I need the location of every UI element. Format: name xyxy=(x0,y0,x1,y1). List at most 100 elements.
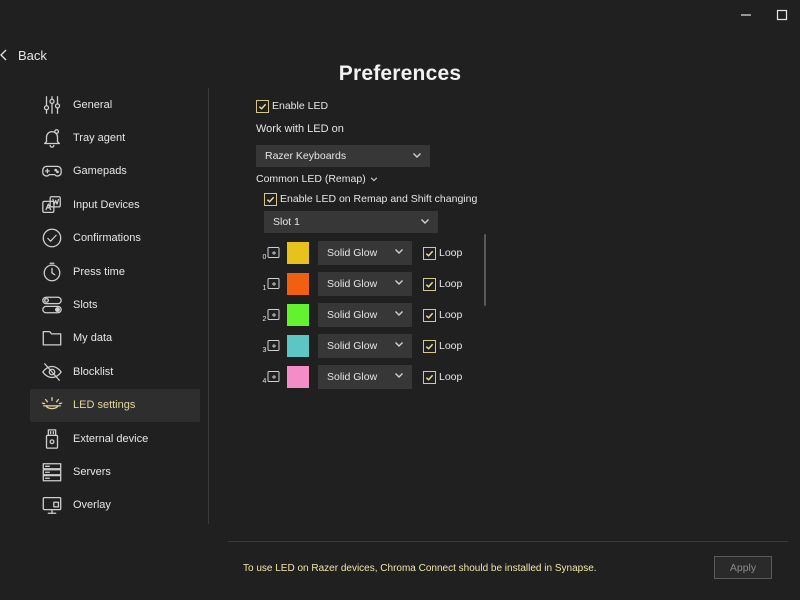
enable-remap-led-checkbox[interactable] xyxy=(264,193,277,206)
sidebar-item-general[interactable]: General xyxy=(30,88,200,121)
sidebar-item-slots[interactable]: Slots xyxy=(30,288,200,321)
chevron-left-icon xyxy=(0,49,7,61)
footer-divider xyxy=(228,541,788,542)
led-row: 0 Solid Glow Loop xyxy=(262,241,472,265)
chevron-down-icon xyxy=(394,277,404,287)
sidebar-item-gamepads[interactable]: Gamepads xyxy=(30,155,200,188)
sidebar-item-label: Gamepads xyxy=(73,165,127,178)
work-with-led-label: Work with LED on xyxy=(256,123,344,135)
sidebar-divider xyxy=(208,88,209,524)
loop-label: Loop xyxy=(439,247,463,259)
loop-label: Loop xyxy=(439,371,463,383)
sidebar-item-label: Confirmations xyxy=(73,232,141,245)
loop-checkbox[interactable] xyxy=(423,247,436,260)
common-led-toggle[interactable]: Common LED (Remap) xyxy=(256,172,378,186)
svg-text:3: 3 xyxy=(263,347,267,353)
sidebar-item-blocklist[interactable]: Blocklist xyxy=(30,355,200,388)
sidebar-item-tray-agent[interactable]: Tray agent xyxy=(30,121,200,154)
sidebar-item-label: Overlay xyxy=(73,499,111,512)
led-effect-value: Solid Glow xyxy=(327,340,378,352)
sidebar-item-label: Tray agent xyxy=(73,132,126,145)
maximize-icon xyxy=(776,9,788,21)
chevron-down-icon xyxy=(370,177,377,182)
enable-remap-led-label: Enable LED on Remap and Shift changing xyxy=(280,193,478,205)
slot-key-icon: 2 xyxy=(262,308,280,323)
common-led-label: Common LED (Remap) xyxy=(256,173,366,185)
sidebar-item-label: External device xyxy=(73,432,149,445)
sidebar-item-label: Slots xyxy=(73,299,98,312)
work-with-led-value: Razer Keyboards xyxy=(265,150,347,162)
slot-value: Slot 1 xyxy=(273,216,300,228)
loop-checkbox[interactable] xyxy=(423,278,436,291)
chevron-down-icon xyxy=(420,216,430,226)
chevron-down-icon xyxy=(394,246,404,256)
led-list-scrollbar[interactable] xyxy=(484,234,486,306)
checkmark-icon xyxy=(425,312,434,319)
sidebar-item-press-time[interactable]: Press time xyxy=(30,255,200,288)
sidebar-item-servers[interactable]: Servers xyxy=(30,455,200,488)
folder-icon xyxy=(40,326,64,350)
slot-key-icon: 4 xyxy=(262,370,280,385)
usb-device-icon xyxy=(40,427,64,451)
sidebar-item-led-settings[interactable]: LED settings xyxy=(30,388,200,422)
chevron-down-icon xyxy=(394,370,404,380)
led-effect-value: Solid Glow xyxy=(327,371,378,383)
led-effect-select[interactable]: Solid Glow xyxy=(318,303,412,327)
loop-label: Loop xyxy=(439,309,463,321)
eye-off-icon xyxy=(40,360,64,384)
minimize-button[interactable] xyxy=(735,6,757,24)
sidebar-item-label: General xyxy=(73,98,113,111)
sidebar-item-label: Blocklist xyxy=(73,365,114,378)
sidebar: General Tray agent Gamepads Input Device… xyxy=(30,88,200,522)
led-row: 3 Solid Glow Loop xyxy=(262,334,472,358)
enable-led-checkbox[interactable] xyxy=(256,100,269,113)
check-circle-icon xyxy=(40,226,64,250)
chevron-down-icon xyxy=(394,308,404,318)
led-row: 2 Solid Glow Loop xyxy=(262,303,472,327)
chevron-down-icon xyxy=(412,150,422,160)
svg-text:0: 0 xyxy=(263,254,267,260)
led-color-swatch[interactable] xyxy=(287,366,309,388)
minimize-icon xyxy=(741,14,751,16)
checkmark-icon xyxy=(425,281,434,288)
led-effect-select[interactable]: Solid Glow xyxy=(318,241,412,265)
led-row: 1 Solid Glow Loop xyxy=(262,272,472,296)
work-with-led-select[interactable]: Razer Keyboards xyxy=(256,145,430,167)
sidebar-item-input-devices[interactable]: Input Devices xyxy=(30,188,200,221)
loop-checkbox[interactable] xyxy=(423,309,436,322)
toggles-icon xyxy=(40,293,64,317)
slot-key-icon: 3 xyxy=(262,339,280,354)
sidebar-item-label: Input Devices xyxy=(73,198,140,211)
keyboard-keys-icon xyxy=(40,193,64,217)
led-color-swatch[interactable] xyxy=(287,273,309,295)
led-color-swatch[interactable] xyxy=(287,335,309,357)
sidebar-item-my-data[interactable]: My data xyxy=(30,322,200,355)
apply-button[interactable]: Apply xyxy=(714,556,772,579)
sidebar-item-confirmations[interactable]: Confirmations xyxy=(30,222,200,255)
monitor-icon xyxy=(40,493,64,517)
led-icon xyxy=(40,393,64,417)
svg-text:1: 1 xyxy=(263,285,267,291)
sidebar-item-external-device[interactable]: External device xyxy=(30,422,200,455)
checkmark-icon xyxy=(266,196,275,203)
slot-key-icon: 1 xyxy=(262,277,280,292)
led-effect-select[interactable]: Solid Glow xyxy=(318,272,412,296)
led-row: 4 Solid Glow Loop xyxy=(262,365,472,389)
loop-label: Loop xyxy=(439,278,463,290)
server-icon xyxy=(40,460,64,484)
chroma-connect-note: To use LED on Razer devices, Chroma Conn… xyxy=(243,563,597,574)
led-color-swatch[interactable] xyxy=(287,242,309,264)
page-title: Preferences xyxy=(338,62,462,85)
sidebar-item-label: Press time xyxy=(73,265,125,278)
loop-checkbox[interactable] xyxy=(423,340,436,353)
sidebar-item-overlay[interactable]: Overlay xyxy=(30,489,200,522)
led-color-swatch[interactable] xyxy=(287,304,309,326)
loop-checkbox[interactable] xyxy=(423,371,436,384)
led-effect-select[interactable]: Solid Glow xyxy=(318,365,412,389)
maximize-button[interactable] xyxy=(771,6,793,24)
checkmark-icon xyxy=(425,250,434,257)
slot-select[interactable]: Slot 1 xyxy=(264,211,438,233)
led-effect-select[interactable]: Solid Glow xyxy=(318,334,412,358)
bell-icon xyxy=(40,126,64,150)
sidebar-item-label: Servers xyxy=(73,465,111,478)
